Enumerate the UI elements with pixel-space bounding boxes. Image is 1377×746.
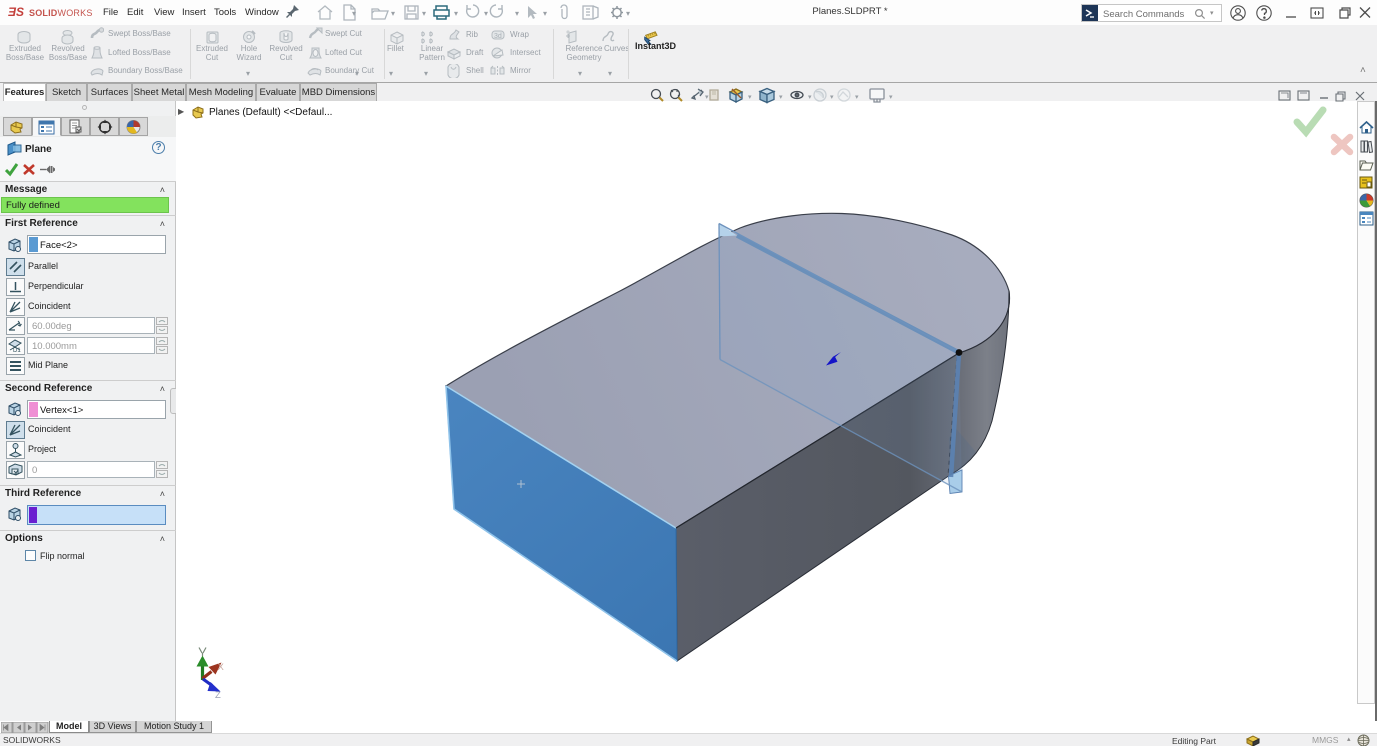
svg-text:X: X [218, 662, 225, 673]
svg-text:▾: ▾ [543, 9, 547, 18]
svg-text:▾: ▾ [705, 94, 709, 101]
svg-text:▾: ▾ [889, 94, 893, 101]
svg-text:3d: 3d [494, 33, 502, 40]
svg-text:▾: ▾ [391, 9, 395, 18]
svg-text:▾: ▾ [484, 9, 488, 18]
svg-text:▾: ▾ [779, 94, 783, 101]
svg-text:Z: Z [215, 690, 221, 701]
svg-text:▾: ▾ [748, 94, 752, 101]
svg-text:▾: ▾ [422, 9, 426, 18]
svg-text:▾: ▾ [515, 9, 519, 18]
svg-text:D1: D1 [13, 348, 21, 354]
svg-text:▾: ▾ [454, 9, 458, 18]
svg-text:▾: ▾ [855, 94, 859, 101]
svg-text:▾: ▾ [830, 94, 834, 101]
svg-text:▾: ▾ [352, 9, 356, 18]
svg-text:▾: ▾ [626, 9, 630, 18]
svg-text:▾: ▾ [808, 94, 812, 101]
